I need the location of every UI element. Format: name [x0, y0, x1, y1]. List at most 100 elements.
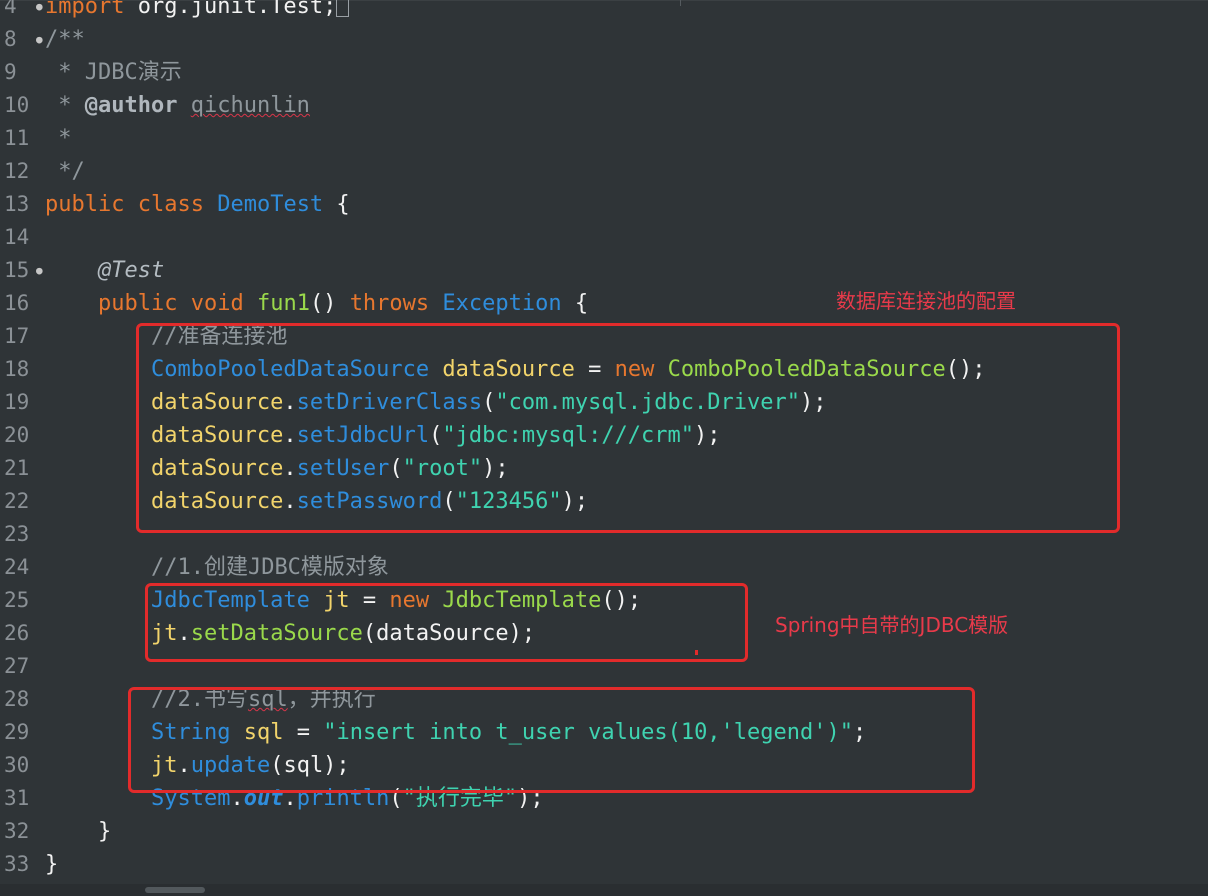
- code-text: //1.创建JDBC模版对象: [45, 551, 389, 584]
- scrollbar-thumb[interactable]: [145, 887, 205, 893]
- code-line[interactable]: 14: [0, 221, 45, 254]
- code-line[interactable]: 24 //1.创建JDBC模版对象: [0, 551, 389, 584]
- line-number: 15: [4, 258, 30, 282]
- line-number: 8: [4, 27, 17, 51]
- code-token: //1.创建JDBC模版对象: [150, 555, 389, 580]
- line-number: 18: [4, 357, 30, 381]
- code-text: *: [45, 122, 72, 155]
- line-number: 28: [4, 687, 30, 711]
- code-token: {: [561, 291, 589, 316]
- line-number: 22: [4, 489, 30, 513]
- code-line[interactable]: 13 public class DemoTest {: [0, 188, 350, 221]
- code-line[interactable]: 33}: [0, 848, 58, 881]
- line-number: 30: [4, 753, 30, 777]
- line-number: 10: [4, 93, 30, 117]
- code-token: }: [45, 852, 59, 877]
- fold-toggle-icon[interactable]: ●: [36, 23, 45, 56]
- line-number: 13: [4, 192, 30, 216]
- line-number: 19: [4, 390, 30, 414]
- code-token: @Test: [97, 258, 165, 283]
- line-number: 24: [4, 555, 30, 579]
- code-token: public: [45, 192, 125, 217]
- code-line[interactable]: 11 *: [0, 122, 72, 155]
- code-token: Exception: [442, 291, 562, 316]
- fold-toggle-icon[interactable]: ●: [36, 0, 45, 23]
- line-number: 26: [4, 621, 30, 645]
- code-text: public void fun1() throws Exception {: [45, 287, 588, 320]
- line-number: 29: [4, 720, 30, 744]
- code-line[interactable]: 12 */: [0, 155, 85, 188]
- code-line[interactable]: 10 * @author qichunlin: [0, 89, 310, 122]
- line-number: 14: [4, 225, 30, 249]
- line-number: 20: [4, 423, 30, 447]
- code-token: /**: [45, 27, 85, 52]
- code-text: import org.junit.Test;: [45, 0, 350, 23]
- line-number: 23: [4, 522, 30, 546]
- print-margin-marker: [680, 0, 681, 6]
- fold-toggle-icon[interactable]: ●: [36, 254, 45, 287]
- code-text: * @author qichunlin: [45, 89, 310, 122]
- line-number: 21: [4, 456, 30, 480]
- line-number: 31: [4, 786, 30, 810]
- line-number: 4: [4, 0, 17, 18]
- line-number: 9: [4, 60, 17, 84]
- code-token: * JDBC演示: [45, 60, 182, 85]
- horizontal-scrollbar[interactable]: [0, 884, 1208, 896]
- line-number: 17: [4, 324, 30, 348]
- code-token: */: [45, 159, 85, 184]
- sql-execute-highlight-box: [128, 687, 975, 793]
- code-text: * JDBC演示: [45, 56, 182, 89]
- line-number: 27: [4, 654, 30, 678]
- code-token: org.junit.Test;: [124, 0, 337, 19]
- code-token: *: [45, 126, 72, 151]
- line-number: 32: [4, 819, 30, 843]
- code-token: *: [45, 93, 85, 118]
- pool-config-highlight-box: [136, 323, 1120, 533]
- code-line[interactable]: 23: [0, 518, 45, 551]
- code-token: throws: [349, 291, 430, 316]
- line-number: 25: [4, 588, 30, 612]
- code-token: public: [97, 291, 178, 316]
- code-line[interactable]: 16 public void fun1() throws Exception {: [0, 287, 588, 320]
- line-number: 33: [4, 852, 30, 876]
- code-token: (): [309, 291, 350, 316]
- code-line[interactable]: 15 ● @Test: [0, 254, 164, 287]
- spring-template-note: Spring中自带的JDBC模版: [775, 613, 1009, 637]
- code-line[interactable]: 8 ●/**: [0, 23, 85, 56]
- code-token: qichunlin: [190, 93, 310, 118]
- code-token: {: [323, 192, 350, 217]
- jdbc-template-highlight-box: [145, 583, 748, 662]
- code-token: }: [45, 819, 112, 844]
- code-line[interactable]: 9 * JDBC演示: [0, 56, 182, 89]
- line-number: 16: [4, 291, 30, 315]
- code-text: }: [45, 848, 58, 881]
- code-line[interactable]: 27: [0, 650, 45, 683]
- code-token: DemoTest: [217, 192, 324, 217]
- code-text: }: [45, 815, 111, 848]
- pool-config-note: 数据库连接池的配置: [836, 289, 1016, 313]
- code-token: import: [45, 0, 125, 19]
- red-dot-mark: [695, 650, 698, 655]
- text-cursor: [336, 0, 350, 17]
- code-text: @Test: [45, 254, 164, 287]
- code-token: void: [190, 291, 244, 316]
- code-text: /**: [45, 23, 85, 56]
- code-token: @author: [84, 93, 178, 118]
- code-line[interactable]: 4 ● import org.junit.Test;: [0, 0, 350, 23]
- code-editor[interactable]: 4 ● import org.junit.Test; 8 ●/** 9 * JDBC演示 1…: [0, 0, 1208, 896]
- code-line[interactable]: 32 }: [0, 815, 111, 848]
- code-token: fun1: [256, 291, 310, 316]
- code-text: */: [45, 155, 85, 188]
- line-number: 12: [4, 159, 30, 183]
